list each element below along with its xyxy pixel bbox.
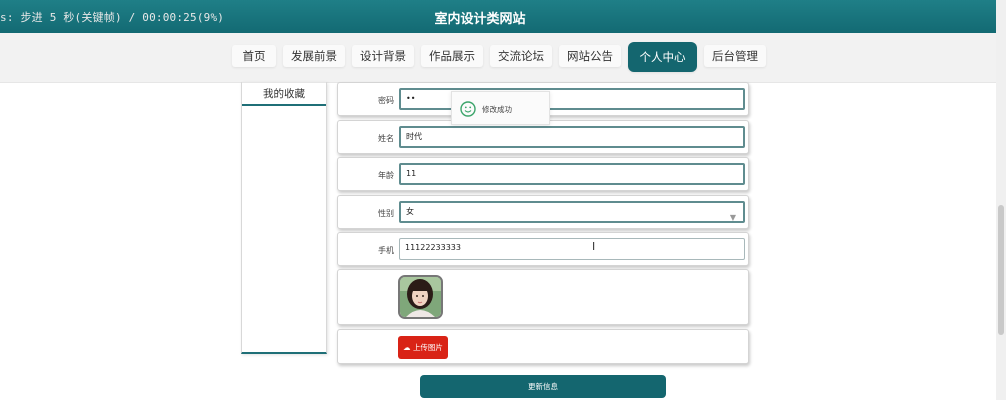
site-header: s: 步进 5 秒(关键帧) / 00:00:25(9%) 室内设计类网站: [0, 0, 1006, 33]
toast-message: 修改成功: [482, 105, 512, 114]
name-row: 姓名 时代: [337, 120, 749, 154]
phone-row: 手机 11122233333: [337, 232, 749, 266]
nav-personal-center[interactable]: 个人中心: [628, 42, 697, 72]
cloud-upload-icon: ☁: [403, 343, 411, 352]
nav-home[interactable]: 首页: [232, 45, 276, 67]
main-nav: 首页 发展前景 设计背景 作品展示 交流论坛 网站公告 个人中心 后台管理: [0, 33, 1006, 82]
nav-forum[interactable]: 交流论坛: [490, 45, 552, 67]
scrollbar-thumb[interactable]: [998, 205, 1004, 335]
gender-value: 女: [406, 207, 414, 216]
age-label: 年龄: [378, 171, 394, 180]
avatar: [398, 275, 443, 319]
age-field[interactable]: 11: [399, 163, 745, 185]
avatar-photo: [400, 277, 441, 317]
text-cursor-icon: I: [592, 240, 596, 253]
sidebar-item-favorites[interactable]: 我的收藏: [242, 84, 326, 106]
chevron-down-icon[interactable]: ▼: [730, 209, 736, 227]
update-info-button[interactable]: 更新信息: [420, 375, 666, 398]
gender-label: 性别: [378, 209, 394, 218]
upload-button-label: 上传图片: [412, 343, 443, 352]
nav-admin[interactable]: 后台管理: [704, 45, 766, 67]
upload-row: ☁ 上传图片: [337, 329, 749, 364]
gender-row: 性别 女 ▼: [337, 195, 749, 229]
name-label: 姓名: [378, 134, 394, 143]
password-label: 密码: [378, 96, 394, 105]
nav-works[interactable]: 作品展示: [421, 45, 483, 67]
sidebar: 我的收藏: [241, 82, 327, 354]
gender-select[interactable]: 女 ▼: [399, 201, 745, 223]
nav-design-background[interactable]: 设计背景: [352, 45, 414, 67]
success-toast: 修改成功: [451, 91, 550, 125]
avatar-row: [337, 269, 749, 325]
phone-field[interactable]: 11122233333: [399, 238, 745, 260]
nav-prospects[interactable]: 发展前景: [283, 45, 345, 67]
phone-label: 手机: [378, 246, 394, 255]
age-row: 年龄 11: [337, 157, 749, 191]
nav-announcements[interactable]: 网站公告: [559, 45, 621, 67]
page-scrollbar[interactable]: [996, 0, 1006, 400]
upload-image-button[interactable]: ☁ 上传图片: [398, 336, 448, 359]
site-title: 室内设计类网站: [434, 12, 526, 27]
smile-icon: [460, 101, 476, 117]
name-field[interactable]: 时代: [399, 126, 745, 148]
